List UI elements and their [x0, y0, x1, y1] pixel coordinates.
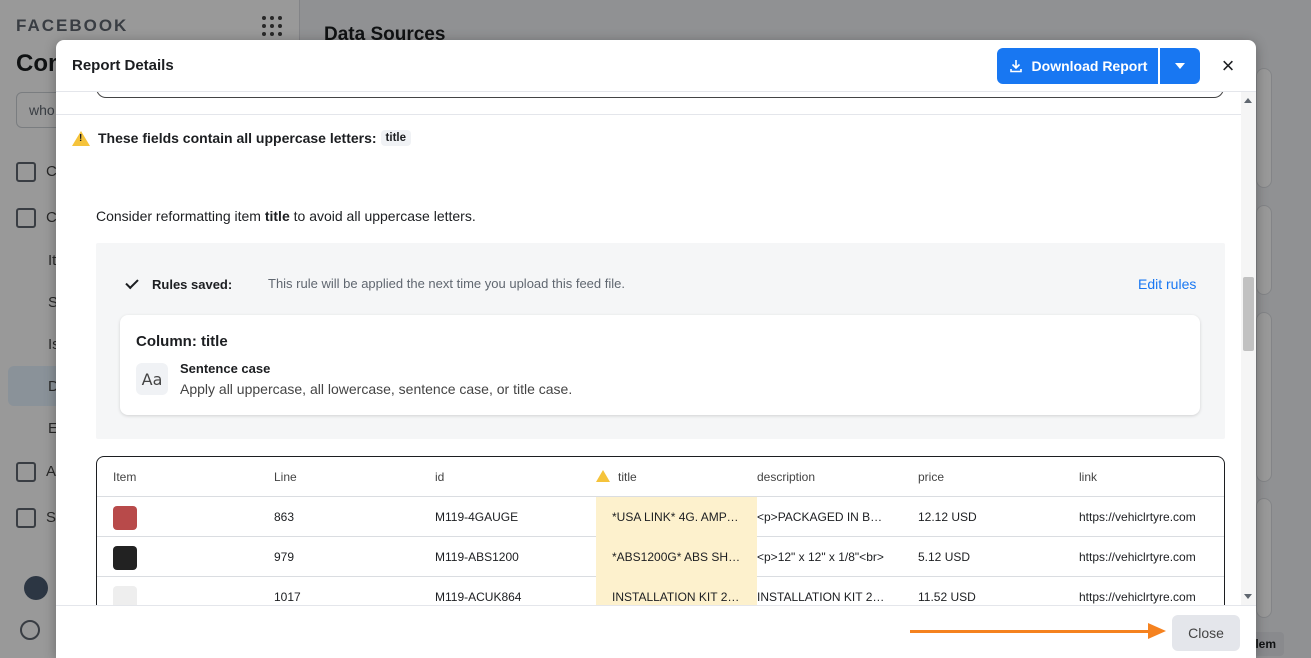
table-row[interactable]: 863 M119-4GAUGE *USA LINK* 4G. AMP KIT <p>P… [97, 497, 1224, 537]
dialog-title: Report Details [72, 57, 174, 74]
close-icon[interactable]: × [1214, 52, 1242, 80]
rules-saved-label: Rules saved: [152, 277, 233, 292]
scroll-down-icon[interactable] [1244, 594, 1252, 599]
cell-id: M119-ABS1200 [435, 550, 519, 564]
annotation-arrow [910, 630, 1150, 633]
table-row[interactable]: 979 M119-ABS1200 *ABS1200G* ABS SHEET <p>12… [97, 537, 1224, 577]
rules-saved-message: This rule will be applied the next time … [268, 276, 625, 291]
column-header-id: id [435, 470, 445, 484]
cell-description: <p>PACKAGED IN BOX [757, 510, 885, 524]
cell-line: 979 [274, 550, 295, 564]
cell-title: *ABS1200G* ABS SHEET [596, 537, 757, 577]
item-thumbnail [113, 586, 137, 605]
uppercase-warning: These fields contain all uppercase lette… [72, 130, 411, 146]
dialog-scrollbar[interactable] [1241, 92, 1256, 605]
table-row[interactable]: 1017 M119-ACUK864 INSTALLATION KIT 2 GAUGE… [97, 577, 1224, 605]
column-header-title: title [596, 457, 736, 497]
cell-line: 1017 [274, 590, 301, 604]
rule-name: Sentence case [180, 361, 271, 376]
divider [56, 114, 1241, 115]
column-header-description: description [757, 470, 816, 484]
cell-title: INSTALLATION KIT 2 GAUGE [596, 577, 757, 605]
warning-heading: These fields contain all uppercase lette… [98, 130, 377, 146]
cell-price: 12.12 USD [918, 510, 977, 524]
column-header-line: Line [274, 470, 297, 484]
column-header-title-label: title [618, 470, 637, 484]
cell-link: https://vehiclrtyre.com [1079, 510, 1196, 524]
rule-description: Apply all uppercase, all lowercase, sent… [180, 381, 573, 397]
rules-panel: Rules saved: This rule will be applied t… [96, 243, 1225, 439]
column-header-item: Item [113, 470, 137, 484]
warning-description-field: title [264, 208, 290, 224]
item-thumbnail [113, 546, 137, 570]
items-table: Item Line id title description price lin… [96, 456, 1225, 605]
warning-icon [72, 130, 90, 146]
dialog-header: Report Details Download Report × [56, 40, 1256, 92]
cell-link: https://vehiclrtyre.com [1079, 550, 1196, 564]
warning-icon [596, 470, 610, 482]
rule-column-label: Column: title [136, 333, 228, 350]
cell-description: INSTALLATION KIT 2 GAUGE [757, 590, 885, 604]
scrollbar-thumb[interactable] [1243, 277, 1254, 351]
cell-price: 5.12 USD [918, 550, 971, 564]
download-report-button[interactable]: Download Report [997, 48, 1158, 84]
report-details-dialog: Report Details Download Report × These f… [56, 40, 1256, 658]
warning-description-suffix: to avoid all uppercase letters. [289, 208, 476, 224]
table-header-row: Item Line id title description price lin… [97, 457, 1224, 497]
cell-link: https://vehiclrtyre.com [1079, 590, 1196, 604]
warning-description: Consider reformatting item title to avoi… [96, 208, 476, 224]
download-options-dropdown[interactable] [1160, 48, 1200, 84]
column-header-price: price [918, 470, 945, 484]
cell-title: *USA LINK* 4G. AMP KIT [596, 497, 757, 537]
column-header-link: link [1079, 470, 1098, 484]
close-button[interactable]: Close [1172, 615, 1240, 651]
chevron-down-icon [1175, 63, 1185, 69]
scroll-up-icon[interactable] [1244, 98, 1252, 103]
item-thumbnail [113, 506, 137, 530]
rule-card: Column: title Aa Sentence case Apply all… [120, 315, 1200, 415]
cell-id: M119-4GAUGE [435, 510, 519, 524]
download-icon [1009, 60, 1022, 73]
cell-price: 11.52 USD [918, 590, 976, 604]
download-report-label: Download Report [1031, 58, 1148, 74]
cell-id: M119-ACUK864 [435, 590, 522, 604]
cell-description: <p>12" x 12" x 1/8"<br> [757, 550, 884, 564]
dialog-body[interactable]: These fields contain all uppercase lette… [56, 92, 1241, 605]
edit-rules-link[interactable]: Edit rules [1138, 276, 1196, 292]
field-chip: title [380, 130, 411, 146]
text-case-icon: Aa [136, 363, 168, 395]
previous-section-box [96, 92, 1224, 98]
warning-description-prefix: Consider reformatting item [96, 208, 265, 224]
checkmark-icon [125, 275, 139, 290]
cell-line: 863 [274, 510, 295, 524]
annotation-arrow-head [1148, 623, 1166, 639]
